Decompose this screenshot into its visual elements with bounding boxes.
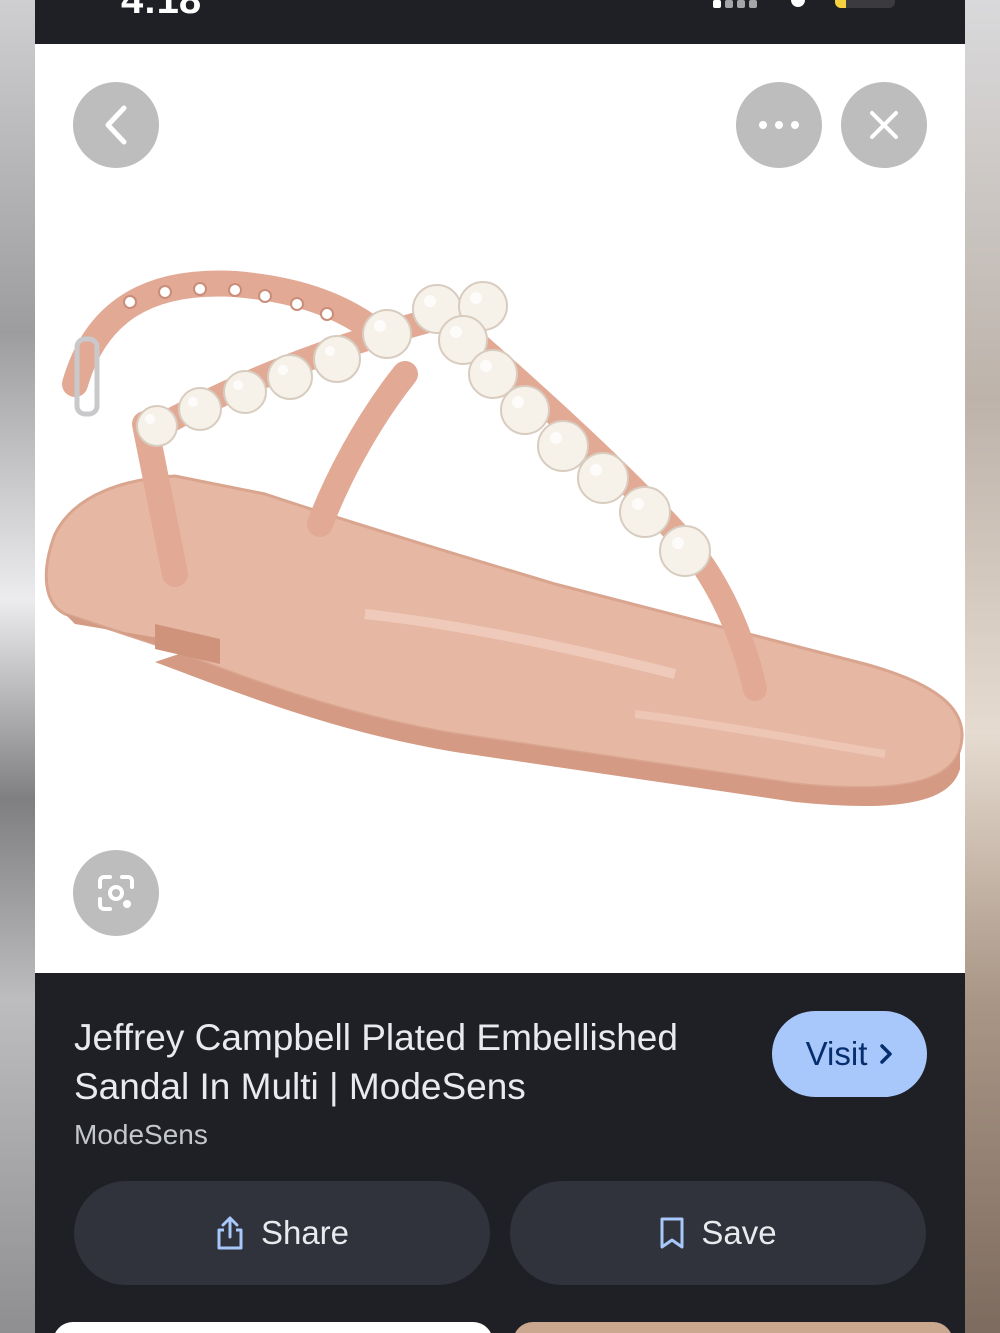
close-icon xyxy=(870,111,898,139)
next-result-card[interactable] xyxy=(513,1322,953,1333)
visit-button[interactable]: Visit xyxy=(772,1011,927,1097)
share-icon xyxy=(217,1216,243,1250)
signal-icon xyxy=(713,0,763,8)
background-blur-left xyxy=(0,0,35,1333)
background-blur-right xyxy=(965,0,1000,1333)
back-button[interactable] xyxy=(73,82,159,168)
wifi-icon xyxy=(791,0,805,7)
bookmark-icon xyxy=(660,1217,684,1249)
chevron-right-icon xyxy=(880,1044,893,1064)
image-viewer xyxy=(35,44,965,973)
phone-screen: 4:18 Jeffrey Campbell Plated Embellished… xyxy=(35,0,965,1333)
status-bar: 4:18 xyxy=(35,0,965,44)
share-label: Share xyxy=(260,1214,350,1251)
status-time: 4:18 xyxy=(121,0,202,22)
more-options-button[interactable] xyxy=(736,82,822,168)
visual-search-button[interactable] xyxy=(73,850,159,936)
more-horizontal-icon xyxy=(759,121,799,129)
battery-icon xyxy=(835,0,895,8)
close-button[interactable] xyxy=(841,82,927,168)
result-info-panel: Jeffrey Campbell Plated Embellished Sand… xyxy=(35,973,965,1333)
save-label: Save xyxy=(701,1214,777,1251)
visual-search-icon xyxy=(98,875,134,911)
product-image xyxy=(44,270,964,806)
visit-label: Visit xyxy=(805,1035,868,1072)
save-button[interactable]: Save xyxy=(510,1181,926,1285)
next-result-card[interactable] xyxy=(53,1322,493,1333)
result-title[interactable]: Jeffrey Campbell Plated Embellished Sand… xyxy=(74,1013,744,1111)
result-source: ModeSens xyxy=(74,1119,208,1150)
chevron-left-icon xyxy=(105,105,127,145)
share-button[interactable]: Share xyxy=(74,1181,490,1285)
